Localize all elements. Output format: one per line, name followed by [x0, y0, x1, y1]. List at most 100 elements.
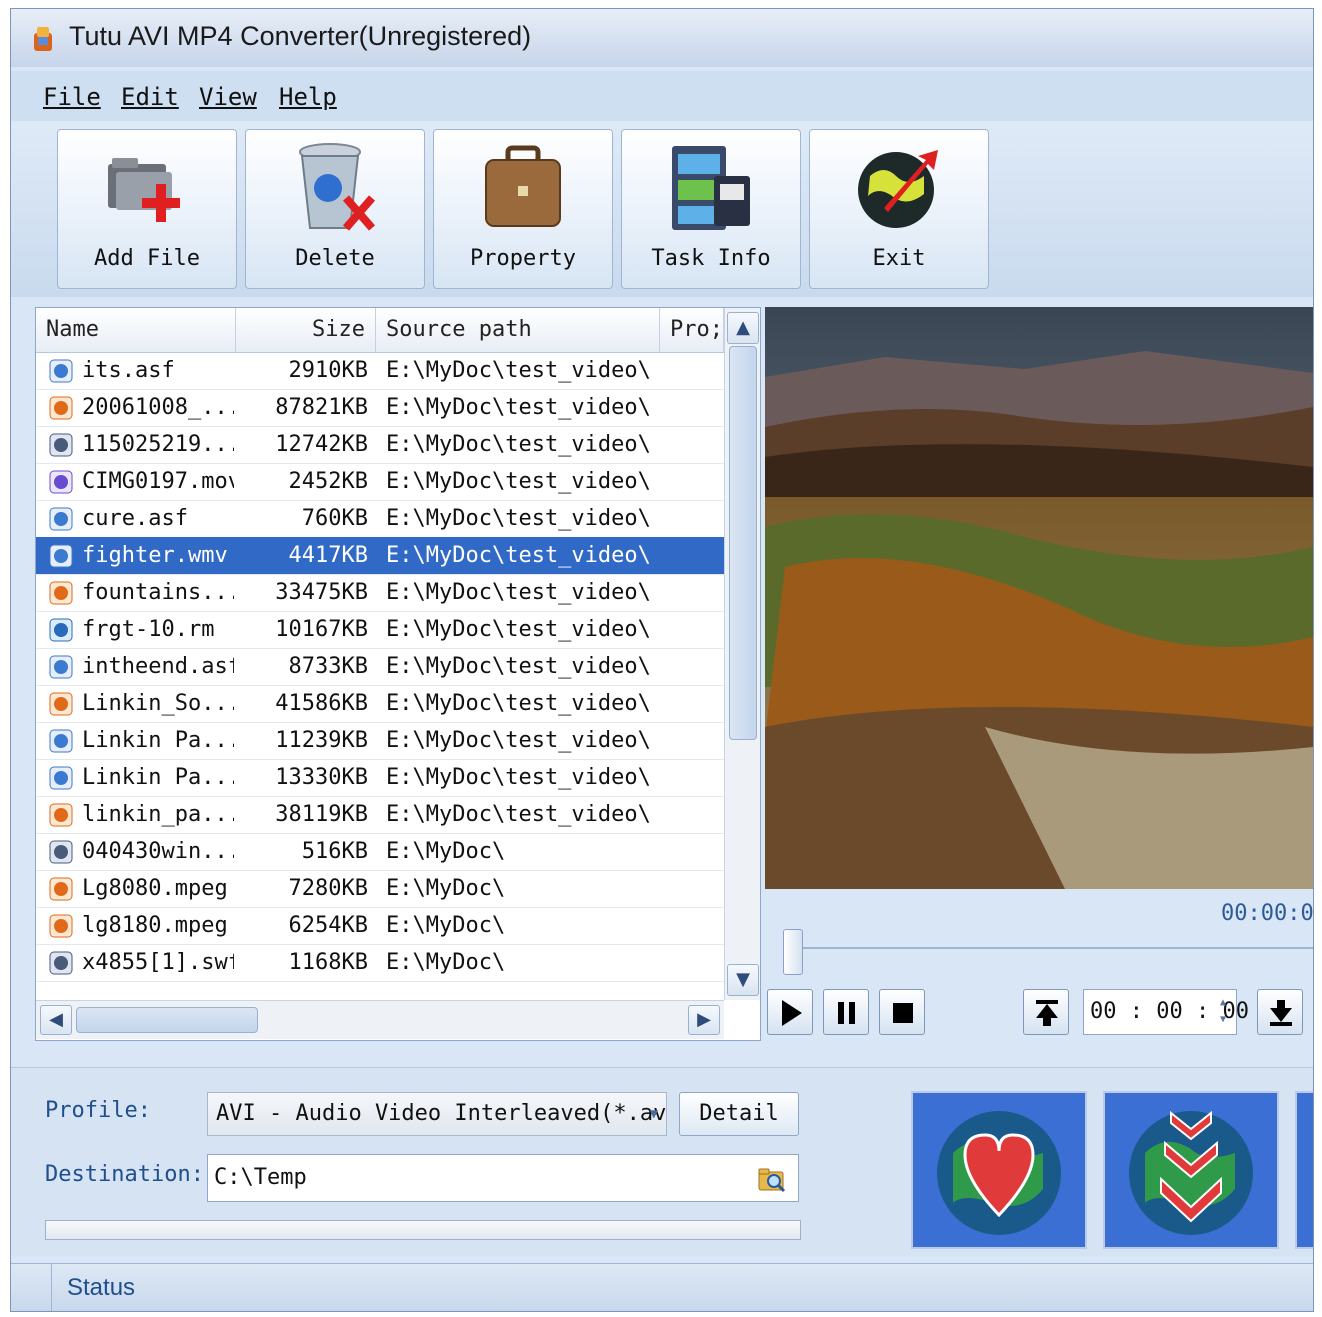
menu-view[interactable]: View	[199, 83, 257, 111]
file-source-path: E:\MyDoc\test_video\	[386, 728, 651, 753]
vertical-scrollbar[interactable]: ▲ ▼	[724, 308, 760, 1000]
scroll-right-icon[interactable]: ▶	[688, 1005, 720, 1035]
wmv-file-icon	[49, 655, 73, 679]
file-name: fountains...	[82, 580, 234, 605]
stop-icon	[893, 1003, 913, 1023]
file-name: its.asf	[82, 358, 175, 383]
spin-up-icon[interactable]: ▲	[1214, 994, 1232, 1011]
file-size: 6254KB	[288, 913, 368, 938]
exit-button[interactable]: Exit	[809, 129, 989, 289]
browse-folder-icon[interactable]	[757, 1164, 787, 1194]
column-header-size[interactable]: Size	[236, 308, 376, 352]
pause-button[interactable]	[823, 989, 869, 1035]
file-source-path: E:\MyDoc\	[386, 839, 506, 864]
destination-field[interactable]: C:\Temp	[207, 1154, 799, 1202]
mpeg-file-icon	[49, 877, 73, 901]
convert-button[interactable]	[911, 1091, 1087, 1249]
file-size: 13330KB	[275, 765, 368, 790]
file-name: lg8180.mpeg	[82, 913, 228, 938]
destination-value: C:\Temp	[214, 1165, 307, 1190]
scroll-up-icon[interactable]: ▲	[727, 312, 759, 344]
mpeg-file-icon	[49, 396, 73, 420]
seek-track[interactable]	[791, 947, 1313, 949]
time-input[interactable]: 00 : 00 : 00 ▲ ▼	[1083, 989, 1249, 1035]
scroll-left-icon[interactable]: ◀	[40, 1005, 72, 1035]
batch-convert-button[interactable]	[1103, 1091, 1279, 1249]
list-item[interactable]: its.asf 2910KB E:\MyDoc\test_video\	[36, 352, 724, 390]
file-name: x4855[1].swf	[82, 950, 234, 975]
column-header-source-path[interactable]: Source path	[376, 308, 660, 352]
task-info-button[interactable]: Task Info	[621, 129, 801, 289]
globe-heart-icon	[937, 1111, 1061, 1235]
dropdown-arrow-icon[interactable]: ▼	[650, 1093, 658, 1135]
horizontal-scroll-thumb[interactable]	[76, 1007, 258, 1033]
list-item[interactable]: Lg8080.mpeg 7280KB E:\MyDoc\	[36, 870, 724, 908]
column-header-progress[interactable]: Pro;	[660, 308, 724, 352]
file-size: 2910KB	[288, 358, 368, 383]
list-item[interactable]: intheend.asf 8733KB E:\MyDoc\test_video\	[36, 648, 724, 686]
time-spinner[interactable]: ▲ ▼	[1214, 994, 1232, 1030]
list-item[interactable]: lg8180.mpeg 6254KB E:\MyDoc\	[36, 907, 724, 945]
set-start-button[interactable]	[1023, 989, 1069, 1035]
list-item[interactable]: fighter.wmv 4417KB E:\MyDoc\test_video\	[36, 537, 724, 575]
window-title: Tutu AVI MP4 Converter(Unregistered)	[69, 21, 532, 51]
profile-select[interactable]: AVI - Audio Video Interleaved(*.av: ▼	[207, 1092, 667, 1136]
status-text: Status	[67, 1274, 136, 1301]
list-item[interactable]: 040430win... 516KB E:\MyDoc\	[36, 833, 724, 871]
pause-icon	[838, 1002, 855, 1024]
file-list[interactable]: Name Size Source path Pro; its.asf 2910KB…	[35, 307, 761, 1041]
file-name: linkin_pa...	[82, 802, 234, 827]
file-source-path: E:\MyDoc\test_video\	[386, 469, 651, 494]
file-size: 516KB	[301, 839, 368, 864]
add-file-button[interactable]: Add File	[57, 129, 237, 289]
list-item[interactable]: 115025219... 12742KB E:\MyDoc\test_video\	[36, 426, 724, 464]
mpeg-file-icon	[49, 914, 73, 938]
list-item[interactable]: frgt-10.rm 10167KB E:\MyDoc\test_video\	[36, 611, 724, 649]
list-item[interactable]: x4855[1].swf 1168KB E:\MyDoc\	[36, 944, 724, 982]
play-button[interactable]	[767, 989, 813, 1035]
list-item[interactable]: 20061008_... 87821KB E:\MyDoc\test_video\	[36, 389, 724, 427]
file-source-path: E:\MyDoc\	[386, 950, 506, 975]
wmv-file-icon	[49, 544, 73, 568]
menu-file[interactable]: File	[43, 83, 101, 111]
destination-label: Destination:	[45, 1162, 204, 1187]
property-button[interactable]: Property	[433, 129, 613, 289]
list-item[interactable]: linkin_pa... 38119KB E:\MyDoc\test_video\	[36, 796, 724, 834]
file-name: intheend.asf	[82, 654, 234, 679]
set-start-icon	[1036, 1000, 1058, 1026]
recycle-bin-icon	[299, 143, 376, 231]
column-header-name[interactable]: Name	[36, 308, 236, 352]
file-name: 20061008_...	[82, 395, 234, 420]
stop-button[interactable]	[879, 989, 925, 1035]
wmv-file-icon	[49, 359, 73, 383]
toolbar: Add File Delete Property Task Info Exit	[11, 121, 1313, 297]
vertical-scroll-thumb[interactable]	[729, 346, 757, 740]
list-item[interactable]: Linkin_So... 41586KB E:\MyDoc\test_video\	[36, 685, 724, 723]
spin-down-icon[interactable]: ▼	[1214, 1011, 1232, 1028]
file-source-path: E:\MyDoc\	[386, 913, 506, 938]
set-end-button[interactable]	[1257, 989, 1303, 1035]
scroll-down-icon[interactable]: ▼	[727, 964, 759, 996]
property-label: Property	[470, 246, 576, 271]
menu-help[interactable]: Help	[279, 83, 337, 111]
delete-label: Delete	[295, 246, 375, 271]
app-window: Tutu AVI MP4 Converter(Unregistered) Fil…	[10, 8, 1314, 1312]
file-size: 33475KB	[275, 580, 368, 605]
list-item[interactable]: Linkin Pa... 13330KB E:\MyDoc\test_video\	[36, 759, 724, 797]
list-item[interactable]: CIMG0197.mov 2452KB E:\MyDoc\test_video\	[36, 463, 724, 501]
landscape-image	[765, 307, 1313, 889]
add-file-icon	[108, 158, 180, 222]
app-icon	[34, 27, 52, 51]
detail-button[interactable]: Detail	[679, 1092, 799, 1136]
status-divider	[51, 1264, 52, 1311]
file-size: 11239KB	[275, 728, 368, 753]
seek-thumb[interactable]	[783, 929, 803, 975]
delete-button[interactable]: Delete	[245, 129, 425, 289]
menu-edit[interactable]: Edit	[121, 83, 179, 111]
more-button-partial[interactable]	[1295, 1091, 1313, 1249]
list-item[interactable]: Linkin Pa... 11239KB E:\MyDoc\test_video\	[36, 722, 724, 760]
horizontal-scrollbar[interactable]: ◀ ▶	[36, 1000, 724, 1039]
list-item[interactable]: fountains... 33475KB E:\MyDoc\test_video\	[36, 574, 724, 612]
list-item[interactable]: cure.asf 760KB E:\MyDoc\test_video\	[36, 500, 724, 538]
file-name: cure.asf	[82, 506, 188, 531]
